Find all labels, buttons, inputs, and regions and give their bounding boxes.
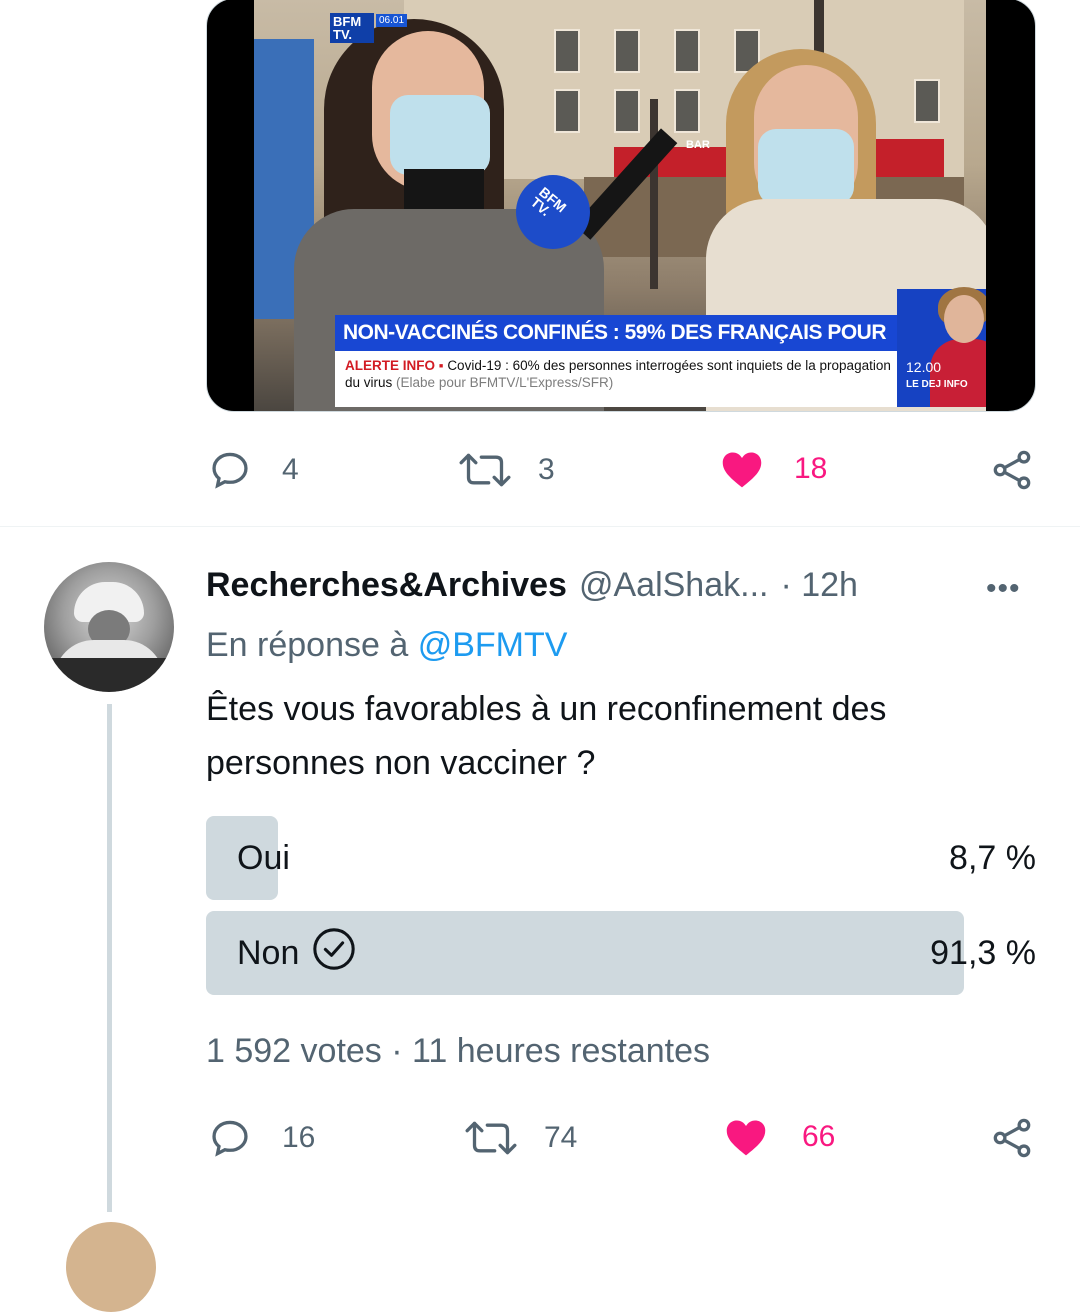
anchor-time: 12.00 [906,359,942,375]
thread-line [107,704,112,1212]
retweet-count: 74 [544,1121,578,1154]
reply-count: 4 [282,453,299,486]
check-circle-icon [311,926,357,981]
broadcast-clock: 06.01 [376,14,408,27]
like-button[interactable]: 18 [720,448,827,490]
person-left-mask [390,95,490,175]
share-icon [993,450,1031,490]
avatar-desk [44,658,174,692]
speech-bubble-icon [212,1120,248,1157]
tweet-text: Êtes vous favorables à un reconfinement … [206,682,1036,790]
news-headline: NON-VACCINÉS CONFINÉS : 59% DES FRANÇAIS… [335,315,897,351]
news-video-frame: BAR BFM TV. BFM TV. 06.01 12.00 LE DEJ I… [254,0,986,411]
bar-sign: BAR [686,139,710,151]
alert-source: (Elabe pour BFMTV/L'Express/SFR) [396,375,614,390]
anchor-face [944,295,984,343]
next-avatar[interactable] [66,1222,156,1312]
retweet-icon [459,453,511,487]
poll-percent-oui: 8,7 % [949,839,1036,877]
poll-percent-non: 91,3 % [930,934,1036,972]
tweet-header: Recherches&Archives @AalShak... · 12h [206,566,858,605]
retweet-button[interactable]: 3 [456,448,555,492]
reply-prefix: En réponse à [206,626,409,664]
tweet-divider [0,526,1080,527]
display-name[interactable]: Recherches&Archives [206,566,567,605]
retweet-count: 3 [538,453,555,486]
tweet-text-line: Êtes vous favorables à un reconfinement … [206,690,887,728]
reply-count: 16 [282,1121,316,1154]
poll-option-label: Non [237,933,300,972]
poll-option-oui: Oui [237,836,290,880]
anchor-show-name: LE DEJ INFO [906,379,968,390]
window [674,29,700,73]
like-count: 18 [794,452,828,485]
reply-mention-link[interactable]: @BFMTV [418,626,568,664]
tweet-text-line: personnes non vacciner ? [206,744,596,782]
share-button[interactable] [990,1116,1034,1160]
poll-option-non: Non [237,927,357,975]
heart-icon [726,1120,766,1156]
poll-meta: 1 592 votes · 11 heures restantes [206,1032,711,1070]
speech-bubble-icon [212,452,248,489]
retweet-icon [465,1121,517,1155]
reply-button[interactable]: 16 [208,1116,315,1160]
like-count: 66 [802,1120,836,1153]
tweet-media-image[interactable]: BAR BFM TV. BFM TV. 06.01 12.00 LE DEJ I… [206,0,1036,412]
tweet-timestamp[interactable]: · 12h [780,566,858,605]
more-dots-icon[interactable]: ••• [986,572,1021,606]
user-handle[interactable]: @AalShak... [579,566,769,605]
window [614,29,640,73]
window [914,79,940,123]
reply-context: En réponse à @BFMTV [206,626,567,665]
news-ticker: ALERTE INFO ▪ Covid-19 : 60% des personn… [335,351,897,407]
window [554,89,580,133]
poll: Oui 8,7 % Non 91,3 % [206,816,1036,1000]
retweet-button[interactable]: 74 [462,1116,577,1160]
bfmtv-logo: BFM TV. [330,13,374,43]
window [614,89,640,133]
avatar[interactable] [44,562,174,692]
like-button[interactable]: 66 [724,1116,835,1158]
window [554,29,580,73]
share-button[interactable] [990,448,1034,492]
poll-option-label: Oui [237,838,290,877]
reply-button[interactable]: 4 [208,448,299,492]
share-icon [993,1118,1031,1158]
street-pole [650,99,658,289]
alert-label: ALERTE INFO [345,358,435,373]
heart-icon [722,452,762,488]
window [674,89,700,133]
person-right-mask [758,129,854,205]
